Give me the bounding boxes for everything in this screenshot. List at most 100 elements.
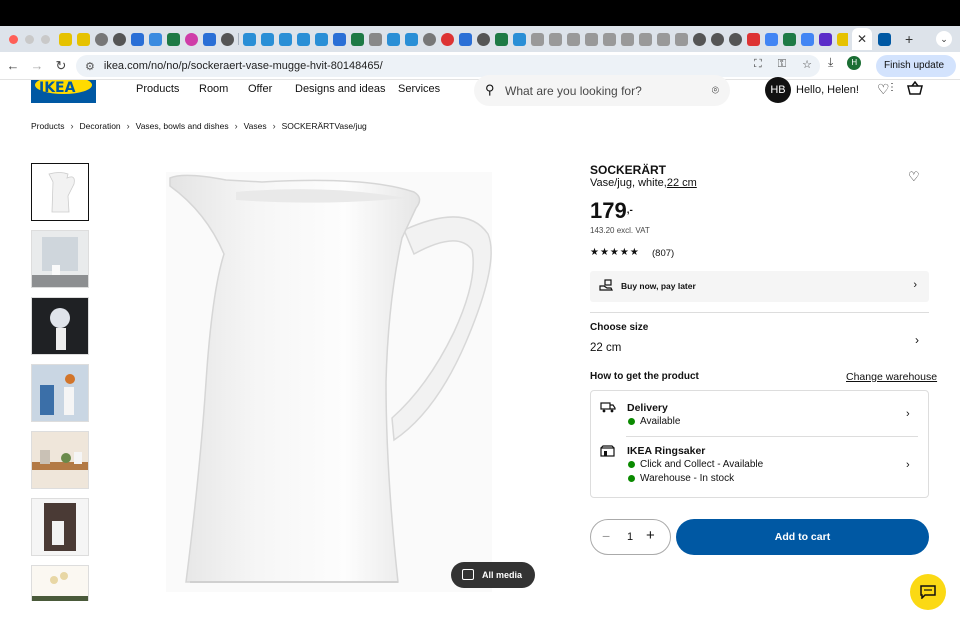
tab-favicon[interactable]: [77, 32, 90, 46]
rating-stars[interactable]: ★★★★★: [590, 247, 640, 258]
tab-search-button[interactable]: ⌄: [936, 31, 952, 47]
tab-favicon[interactable]: [405, 32, 418, 46]
tab-favicon[interactable]: [495, 32, 508, 46]
size-link[interactable]: 22 cm: [667, 177, 697, 189]
chevron-right-icon[interactable]: ›: [915, 333, 919, 347]
nav-room[interactable]: Room: [199, 83, 228, 95]
chat-icon[interactable]: [910, 574, 946, 610]
all-media-button[interactable]: All media: [451, 562, 535, 588]
add-to-favourites-heart-icon[interactable]: ♡: [908, 169, 920, 185]
tab-favicon[interactable]: [185, 32, 198, 46]
back-icon[interactable]: ←: [2, 58, 24, 73]
finish-update-button[interactable]: Finish update ⋮: [876, 55, 956, 93]
tab-favicon[interactable]: [387, 32, 400, 46]
tab-favicon[interactable]: [315, 32, 328, 46]
tab-favicon[interactable]: [729, 32, 742, 46]
thumbnail-image[interactable]: [31, 364, 89, 422]
tab-favicon[interactable]: [203, 32, 216, 46]
chevron-right-icon[interactable]: ›: [906, 459, 910, 471]
reload-icon[interactable]: ↻: [50, 58, 72, 74]
tab-favicon[interactable]: [567, 32, 580, 46]
profile-avatar[interactable]: H: [847, 55, 862, 70]
site-settings-icon[interactable]: ⚙: [85, 60, 95, 73]
tab-favicon[interactable]: [837, 32, 848, 46]
size-selector[interactable]: 22 cm: [590, 342, 621, 354]
translate-icon[interactable]: ⛶: [754, 58, 762, 71]
tab-favicon[interactable]: [297, 32, 310, 46]
thumbnail-image[interactable]: [31, 163, 89, 221]
tab-favicon[interactable]: [369, 32, 382, 46]
tab-favicon[interactable]: [477, 32, 490, 46]
ikea-tab-favicon[interactable]: [878, 32, 891, 46]
chevron-right-icon[interactable]: ›: [906, 408, 910, 420]
tab-favicon[interactable]: [95, 32, 108, 46]
tab-favicon[interactable]: [351, 32, 364, 46]
close-tab-icon[interactable]: ✕: [857, 32, 867, 46]
close-window-button[interactable]: [9, 34, 18, 44]
tab-favicon[interactable]: [221, 32, 234, 46]
shopping-bag-icon[interactable]: [907, 80, 923, 98]
tab-favicon[interactable]: [675, 32, 688, 46]
favourites-heart-icon[interactable]: ♡: [877, 81, 890, 98]
user-greeting[interactable]: Hello, Helen!: [796, 84, 859, 96]
active-tab[interactable]: ✕: [852, 28, 872, 50]
maximize-window-button[interactable]: [41, 34, 50, 44]
thumbnail-image[interactable]: [31, 297, 89, 355]
review-count[interactable]: (807): [652, 248, 674, 259]
tab-favicon[interactable]: [603, 32, 616, 46]
buy-now-pay-later-button[interactable]: Buy now, pay later ›: [590, 271, 929, 302]
tab-favicon[interactable]: [423, 32, 436, 46]
tab-favicon[interactable]: [711, 32, 724, 46]
quantity-value[interactable]: 1: [627, 531, 633, 543]
tab-favicon[interactable]: [113, 32, 126, 46]
tab-favicon[interactable]: [693, 32, 706, 46]
change-warehouse-link[interactable]: Change warehouse: [846, 371, 937, 383]
download-icon[interactable]: ⤓: [828, 55, 833, 70]
tab-favicon[interactable]: [459, 32, 472, 46]
add-to-cart-button[interactable]: Add to cart: [676, 519, 929, 555]
nav-services[interactable]: Services: [398, 83, 440, 95]
tab-favicon[interactable]: [783, 32, 796, 46]
tab-favicon[interactable]: [657, 32, 670, 46]
tab-favicon[interactable]: [261, 32, 274, 46]
tab-favicon[interactable]: [819, 32, 832, 46]
new-tab-button[interactable]: +: [905, 31, 913, 47]
tab-favicon[interactable]: [585, 32, 598, 46]
increase-quantity-button[interactable]: +: [646, 527, 655, 544]
user-avatar[interactable]: HB: [765, 77, 791, 103]
breadcrumb-vases[interactable]: Vases: [244, 121, 267, 131]
tab-favicon[interactable]: [801, 32, 814, 46]
forward-icon[interactable]: →: [26, 58, 48, 73]
nav-designs-ideas[interactable]: Designs and ideas: [295, 83, 386, 95]
url-field[interactable]: ⚙ ikea.com/no/no/p/sockeraert-vase-mugge…: [76, 55, 820, 77]
tab-favicon[interactable]: [333, 32, 346, 46]
tab-favicon[interactable]: [441, 32, 454, 46]
camera-search-icon[interactable]: ⌾: [712, 83, 719, 98]
thumbnail-image[interactable]: [31, 431, 89, 489]
tab-favicon[interactable]: [747, 32, 760, 46]
decrease-quantity-button[interactable]: −: [602, 528, 610, 544]
thumbnail-image[interactable]: [31, 565, 89, 601]
tab-favicon[interactable]: [765, 32, 778, 46]
tab-favicon[interactable]: [279, 32, 292, 46]
minimize-window-button[interactable]: [25, 34, 34, 44]
product-main-image[interactable]: [166, 172, 492, 592]
thumbnail-image[interactable]: [31, 498, 89, 556]
ikea-logo[interactable]: IKEA: [31, 80, 96, 103]
delivery-title[interactable]: Delivery: [627, 402, 668, 414]
tab-favicon[interactable]: [531, 32, 544, 46]
tab-favicon[interactable]: [513, 32, 526, 46]
password-key-icon[interactable]: ⚿: [778, 58, 786, 71]
tab-favicon[interactable]: [621, 32, 634, 46]
nav-products[interactable]: Products: [136, 83, 179, 95]
tab-favicon[interactable]: [243, 32, 256, 46]
store-title[interactable]: IKEA Ringsaker: [627, 445, 705, 457]
tab-favicon[interactable]: [59, 32, 72, 46]
tab-favicon[interactable]: [167, 32, 180, 46]
tab-favicon[interactable]: [149, 32, 162, 46]
breadcrumb-decoration[interactable]: Decoration: [80, 121, 121, 131]
nav-offer[interactable]: Offer: [248, 83, 272, 95]
tab-favicon[interactable]: [639, 32, 652, 46]
breadcrumb-vases-bowls[interactable]: Vases, bowls and dishes: [136, 121, 229, 131]
thumbnail-image[interactable]: [31, 230, 89, 288]
